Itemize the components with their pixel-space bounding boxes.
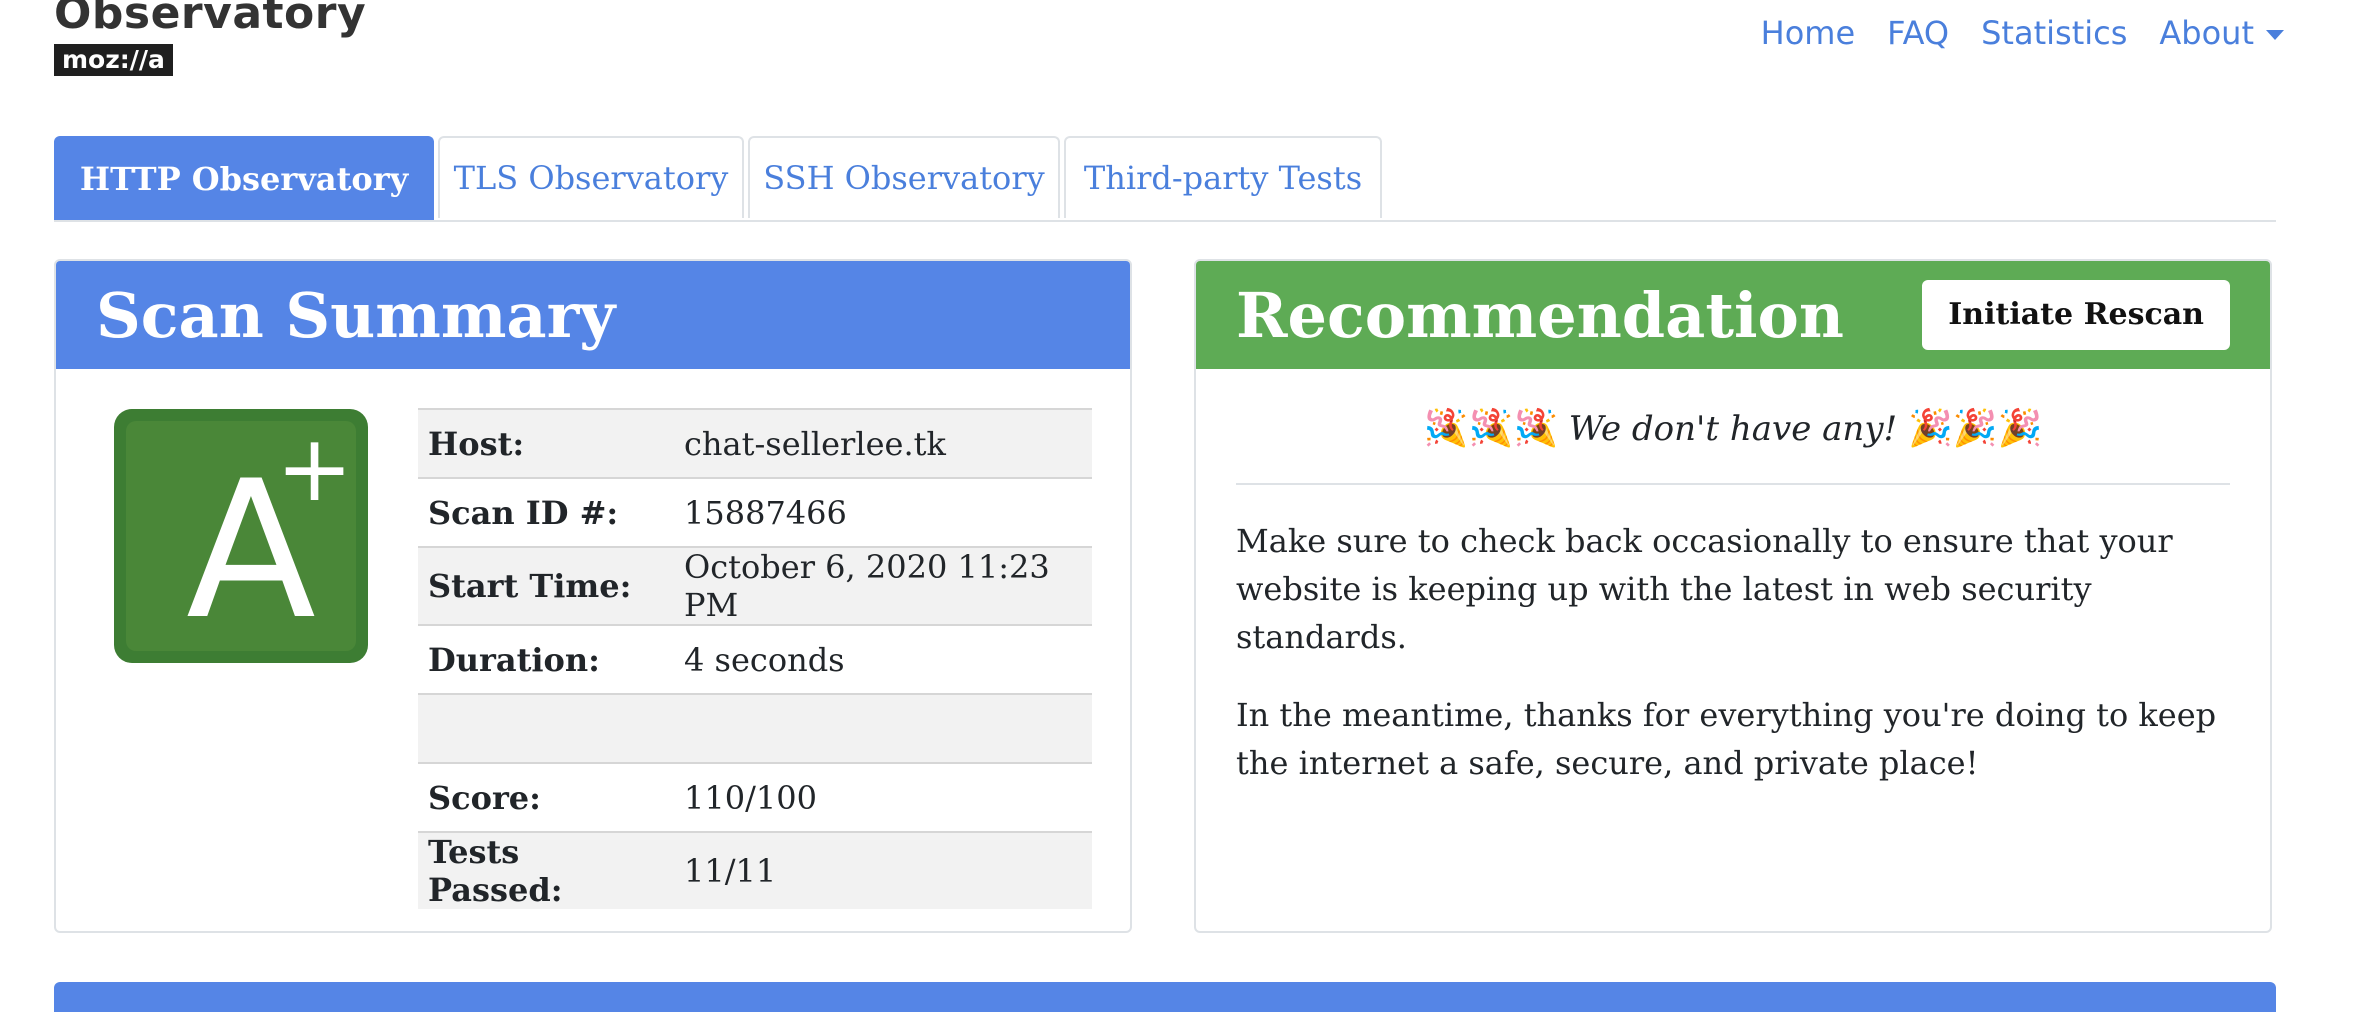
divider [1236, 483, 2230, 485]
party-popper-icon: 🎉🎉🎉 [1908, 408, 2043, 449]
row-key: Tests Passed: [418, 831, 674, 909]
recommendation-paragraph: In the meantime, thanks for everything y… [1236, 696, 2217, 782]
row-key: Start Time: [418, 546, 674, 625]
row-value: 11/11 [674, 831, 1092, 909]
row-key: Duration: [418, 624, 674, 694]
tab-ssh-observatory[interactable]: SSH Observatory [748, 136, 1060, 218]
chevron-down-icon [2266, 30, 2284, 40]
table-row: Score: 110/100 [418, 762, 1092, 832]
scan-summary-header: Scan Summary [56, 261, 1130, 369]
top-nav: Home FAQ Statistics About [1761, 14, 2284, 52]
site-title: Observatory [54, 0, 367, 39]
row-value: October 6, 2020 11:23 PM [674, 546, 1092, 625]
table-row: Host: chat-sellerlee.tk [418, 408, 1092, 478]
nav-about-label: About [2159, 14, 2254, 52]
no-recommendations-line: 🎉🎉🎉 We don't have any! 🎉🎉🎉 [1196, 407, 2270, 449]
nav-statistics-link[interactable]: Statistics [1981, 14, 2127, 52]
tab-third-party-tests[interactable]: Third-party Tests [1064, 136, 1382, 218]
tab-http-observatory[interactable]: HTTP Observatory [54, 136, 434, 220]
grade-badge: A + [114, 409, 368, 663]
row-value: 110/100 [674, 762, 1092, 832]
recommendation-card: Recommendation Initiate Rescan 🎉🎉🎉 We do… [1194, 259, 2272, 933]
row-value: 15887466 [674, 477, 1092, 547]
tab-tls-observatory[interactable]: TLS Observatory [438, 136, 744, 218]
nav-home-link[interactable]: Home [1761, 14, 1856, 52]
recommendation-header: Recommendation Initiate Rescan [1196, 261, 2270, 369]
row-value: chat-sellerlee.tk [674, 408, 1092, 478]
row-key: Scan ID #: [418, 477, 674, 547]
initiate-rescan-button[interactable]: Initiate Rescan [1922, 280, 2230, 350]
brand[interactable]: Observatory moz://a [54, 0, 366, 76]
recommendation-title: Recommendation [1236, 278, 1844, 352]
row-value: 4 seconds [674, 624, 1092, 694]
scan-summary-title: Scan Summary [96, 278, 616, 352]
table-row: Duration: 4 seconds [418, 624, 1092, 694]
row-key: Host: [418, 408, 674, 478]
mozilla-logo: moz://a [54, 44, 173, 76]
grade-modifier: + [276, 415, 354, 522]
nav-faq-link[interactable]: FAQ [1887, 14, 1949, 52]
observatory-tabs: HTTP Observatory TLS Observatory SSH Obs… [54, 136, 2276, 222]
table-row: Start Time: October 6, 2020 11:23 PM [418, 546, 1092, 625]
nav-about-dropdown[interactable]: About [2159, 14, 2284, 52]
scan-summary-card: Scan Summary A + Host: chat-sellerlee.tk … [54, 259, 1132, 933]
no-recommendations-text: We don't have any! [1568, 409, 1898, 449]
row-key [418, 693, 674, 763]
party-popper-icon: 🎉🎉🎉 [1423, 408, 1558, 449]
next-section-header [54, 982, 2276, 1012]
row-key: Score: [418, 762, 674, 832]
recommendation-body: Make sure to check back occasionally to … [1236, 517, 2230, 787]
table-row: Tests Passed: 11/11 [418, 831, 1092, 909]
table-row: Scan ID #: 15887466 [418, 477, 1092, 547]
scan-summary-table: Host: chat-sellerlee.tk Scan ID #: 1588746… [418, 408, 1092, 909]
row-value [674, 693, 1092, 763]
recommendation-paragraph: Make sure to check back occasionally to … [1236, 522, 2173, 656]
table-row [418, 693, 1092, 763]
grade-badge-inner: A + [126, 415, 356, 661]
